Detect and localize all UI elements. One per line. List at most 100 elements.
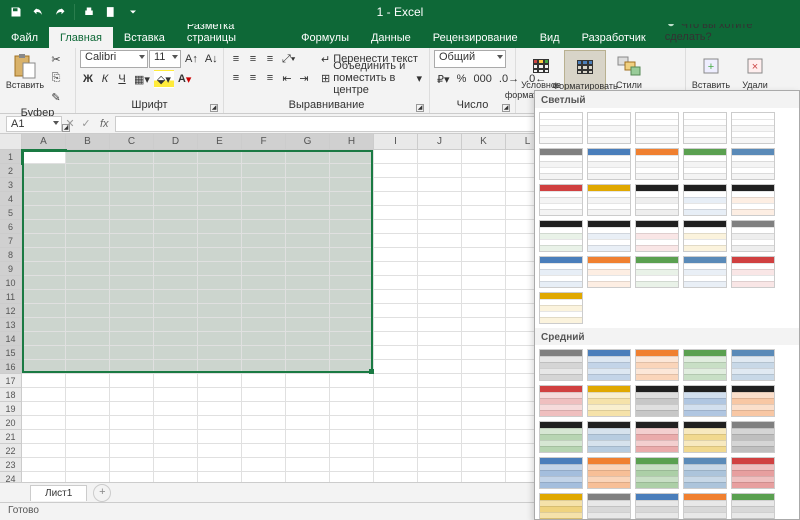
cell[interactable] [462,304,506,318]
cell[interactable] [110,430,154,444]
cell[interactable] [330,318,374,332]
align-top-button[interactable]: ≡ [228,50,244,68]
cell[interactable] [66,220,110,234]
table-style-option[interactable] [635,349,679,381]
cell[interactable] [110,388,154,402]
cell[interactable] [462,458,506,472]
accounting-format-button[interactable]: ₽▾ [434,70,453,88]
cell[interactable] [198,234,242,248]
cell[interactable] [110,276,154,290]
cell[interactable] [374,332,418,346]
cell[interactable] [330,276,374,290]
tab-formulas[interactable]: Формулы [290,27,360,48]
cell[interactable] [418,276,462,290]
row-header-13[interactable]: 13 [0,318,22,332]
cell[interactable] [22,234,66,248]
cell[interactable] [374,234,418,248]
table-style-option[interactable] [731,421,775,453]
enter-formula-icon[interactable]: ✓ [78,115,94,133]
row-header-12[interactable]: 12 [0,304,22,318]
cell[interactable] [66,304,110,318]
font-color-button[interactable]: A▾ [175,70,194,88]
table-style-option[interactable] [587,220,631,252]
qat-save[interactable] [6,2,26,22]
table-style-option[interactable] [635,421,679,453]
cell[interactable] [418,262,462,276]
cell[interactable] [198,444,242,458]
row-header-23[interactable]: 23 [0,458,22,472]
table-style-option[interactable] [587,112,631,144]
font-name-select[interactable]: Calibri [80,50,148,68]
cell[interactable] [22,304,66,318]
cell[interactable] [110,164,154,178]
cell[interactable] [462,178,506,192]
cell[interactable] [330,304,374,318]
table-style-option[interactable] [731,349,775,381]
table-style-option[interactable] [683,112,727,144]
cell[interactable] [330,178,374,192]
table-style-option[interactable] [539,184,583,216]
table-style-option[interactable] [539,292,583,324]
cell[interactable] [418,150,462,164]
cell[interactable] [242,304,286,318]
cell[interactable] [286,360,330,374]
cell[interactable] [286,150,330,164]
cell[interactable] [330,458,374,472]
cell[interactable] [418,220,462,234]
qat-quickprint[interactable] [79,2,99,22]
cell[interactable] [462,318,506,332]
table-style-option[interactable] [539,457,583,489]
cell[interactable] [154,430,198,444]
cell[interactable] [462,346,506,360]
cell[interactable] [286,374,330,388]
table-style-option[interactable] [635,457,679,489]
insert-cells-button[interactable]: + Вставить [690,50,732,92]
cell[interactable] [330,192,374,206]
qat-new[interactable] [101,2,121,22]
cell[interactable] [110,304,154,318]
cell[interactable] [66,444,110,458]
cell[interactable] [22,192,66,206]
cell[interactable] [374,248,418,262]
paste-button[interactable]: Вставить [4,50,46,92]
cell[interactable] [198,304,242,318]
cell[interactable] [198,290,242,304]
row-header-19[interactable]: 19 [0,402,22,416]
table-style-option[interactable] [635,220,679,252]
cell[interactable] [66,346,110,360]
table-style-option[interactable] [539,148,583,180]
grow-font-button[interactable]: A↑ [182,50,201,68]
cell[interactable] [66,164,110,178]
cell[interactable] [330,430,374,444]
cell[interactable] [462,234,506,248]
cell[interactable] [22,150,66,164]
cell[interactable] [110,220,154,234]
cell[interactable] [110,346,154,360]
cell[interactable] [418,430,462,444]
cell[interactable] [418,444,462,458]
cell[interactable] [462,430,506,444]
table-style-option[interactable] [539,112,583,144]
cell[interactable] [462,150,506,164]
table-style-option[interactable] [635,256,679,288]
fx-icon[interactable]: fx [100,118,109,130]
tab-home[interactable]: Главная [49,27,113,48]
table-style-option[interactable] [587,493,631,520]
cell[interactable] [462,388,506,402]
cell[interactable] [286,430,330,444]
row-header-17[interactable]: 17 [0,374,22,388]
cell[interactable] [418,192,462,206]
table-style-option[interactable] [683,148,727,180]
cell[interactable] [330,444,374,458]
cell[interactable] [22,360,66,374]
select-all-corner[interactable] [0,134,22,150]
cell[interactable] [66,178,110,192]
cell[interactable] [22,290,66,304]
table-style-option[interactable] [539,349,583,381]
cell[interactable] [110,206,154,220]
col-header-K[interactable]: K [462,134,506,150]
align-bottom-button[interactable]: ≡ [262,50,278,68]
col-header-F[interactable]: F [242,134,286,150]
cell[interactable] [154,234,198,248]
cell[interactable] [418,248,462,262]
